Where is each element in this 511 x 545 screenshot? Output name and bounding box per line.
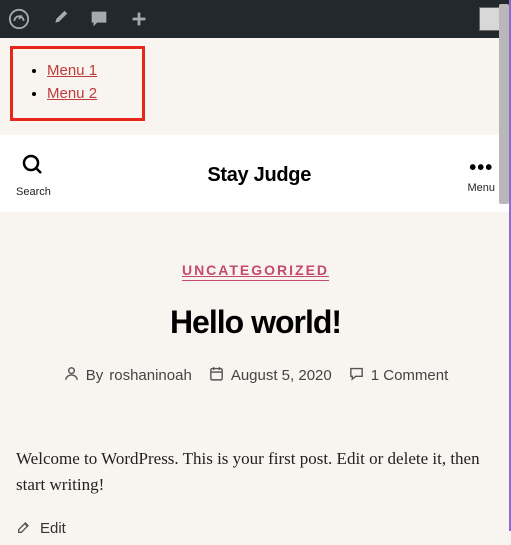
search-icon <box>21 153 45 182</box>
date-meta: August 5, 2020 <box>208 365 332 386</box>
site-header: Search Stay Judge ••• Menu <box>0 135 511 212</box>
comments-meta[interactable]: 1 Comment <box>348 365 449 386</box>
plus-icon[interactable] <box>128 8 150 30</box>
highlighted-menu-box: Menu 1 Menu 2 <box>10 46 145 121</box>
comment-icon[interactable] <box>88 8 110 30</box>
person-icon <box>63 365 80 386</box>
list-item: Menu 1 <box>47 62 130 80</box>
dots-icon: ••• <box>469 158 493 178</box>
edit-link[interactable]: Edit <box>0 513 511 545</box>
brush-icon[interactable] <box>48 8 70 30</box>
menu-label: Menu <box>467 182 495 194</box>
menu-toggle[interactable]: ••• Menu <box>467 158 495 194</box>
post-meta: By roshaninoah August 5, 2020 1 Comment <box>16 365 495 386</box>
menu-link-1[interactable]: Menu 1 <box>47 62 97 79</box>
category-link[interactable]: UNCATEGORIZED <box>182 262 329 281</box>
list-item: Menu 2 <box>47 85 130 103</box>
post-date: August 5, 2020 <box>231 367 332 384</box>
edit-label: Edit <box>40 520 66 537</box>
search-toggle[interactable]: Search <box>16 153 51 198</box>
comment-meta-icon <box>348 365 365 386</box>
calendar-icon <box>208 365 225 386</box>
pencil-icon <box>16 519 32 539</box>
search-label: Search <box>16 186 51 198</box>
menu-link-2[interactable]: Menu 2 <box>47 85 97 102</box>
post-body: Welcome to WordPress. This is your first… <box>0 406 511 513</box>
site-title[interactable]: Stay Judge <box>207 164 311 187</box>
by-prefix: By <box>86 367 104 384</box>
admin-bar-left <box>8 8 150 30</box>
author-meta: By roshaninoah <box>63 365 192 386</box>
dashboard-icon[interactable] <box>8 8 30 30</box>
comments-count: 1 Comment <box>371 367 449 384</box>
post-title: Hello world! <box>16 304 495 341</box>
post-header: UNCATEGORIZED Hello world! By roshaninoa… <box>0 212 511 406</box>
author-name[interactable]: roshaninoah <box>109 367 192 384</box>
wp-admin-bar <box>0 0 511 38</box>
scrollbar-thumb[interactable] <box>499 4 509 204</box>
